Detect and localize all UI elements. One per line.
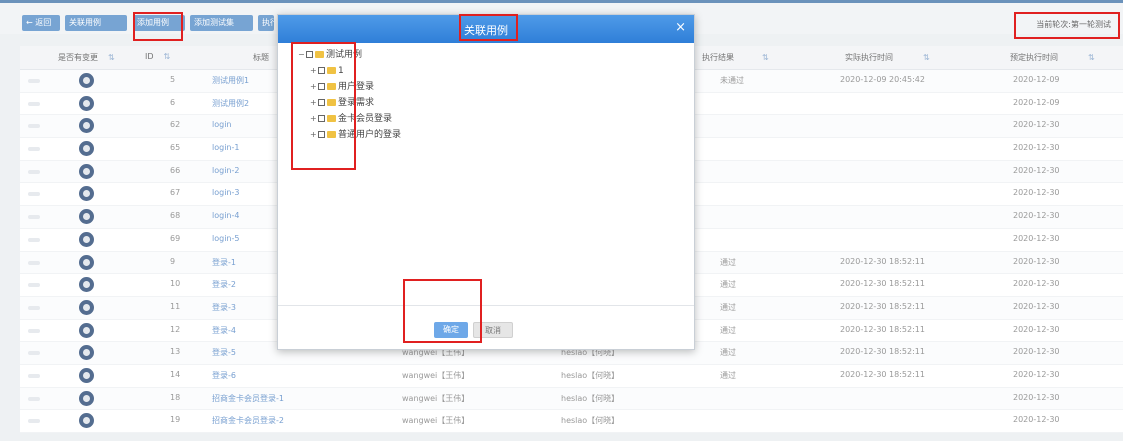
dialog-footer: 确定 取消 [278, 305, 694, 349]
highlight-box [1014, 12, 1120, 39]
highlight-box [291, 42, 356, 170]
close-icon[interactable]: × [675, 20, 686, 35]
highlight-box [459, 14, 518, 41]
highlight-box [403, 279, 482, 343]
highlight-box [133, 12, 183, 41]
